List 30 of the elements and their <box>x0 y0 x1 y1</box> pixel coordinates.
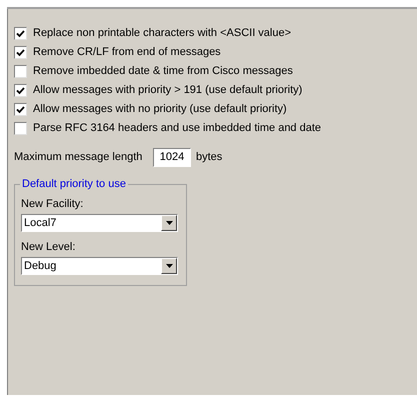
dropdown[interactable]: Debug <box>21 257 178 275</box>
checkbox-label: Remove imbedded date & time from Cisco messages <box>33 66 293 77</box>
dropdown[interactable]: Local7 <box>21 214 178 232</box>
length-input[interactable]: 1024 <box>153 148 191 167</box>
dropdown-arrow-button[interactable] <box>161 215 177 231</box>
checkbox-label: Parse RFC 3164 headers and use imbedded time and date <box>33 123 322 134</box>
caret-icon <box>166 264 172 268</box>
field-label: Maximum message length <box>14 150 144 166</box>
field-label: New Facility: <box>21 199 84 210</box>
dropdown-arrow-button[interactable] <box>161 258 177 274</box>
checkbox[interactable] <box>14 103 27 116</box>
checkbox[interactable] <box>14 84 27 97</box>
checkbox-label: Replace non printable characters with <ASCII value> <box>33 28 292 39</box>
dropdown-value: Local7 <box>23 218 58 228</box>
checkmark-icon <box>16 106 25 114</box>
unit-label: bytes <box>196 150 222 166</box>
group-title: Default priority to use <box>20 177 128 191</box>
field-label: New Level: <box>21 242 76 253</box>
checkbox-label: Allow messages with priority > 191 (use default priority) <box>33 85 302 96</box>
checkbox[interactable] <box>14 65 27 78</box>
checkmark-icon <box>16 86 25 94</box>
checkbox[interactable] <box>14 122 27 135</box>
checkmark-icon <box>16 48 25 56</box>
checkbox[interactable] <box>14 27 27 40</box>
checkbox[interactable] <box>14 46 27 59</box>
dropdown-value: Debug <box>23 260 58 272</box>
checkbox-label: Allow messages with no priority (use default priority) <box>33 104 287 115</box>
checkbox-label: Remove CR/LF from end of messages <box>33 47 221 58</box>
caret-icon <box>166 221 172 225</box>
checkmark-icon <box>16 30 25 38</box>
